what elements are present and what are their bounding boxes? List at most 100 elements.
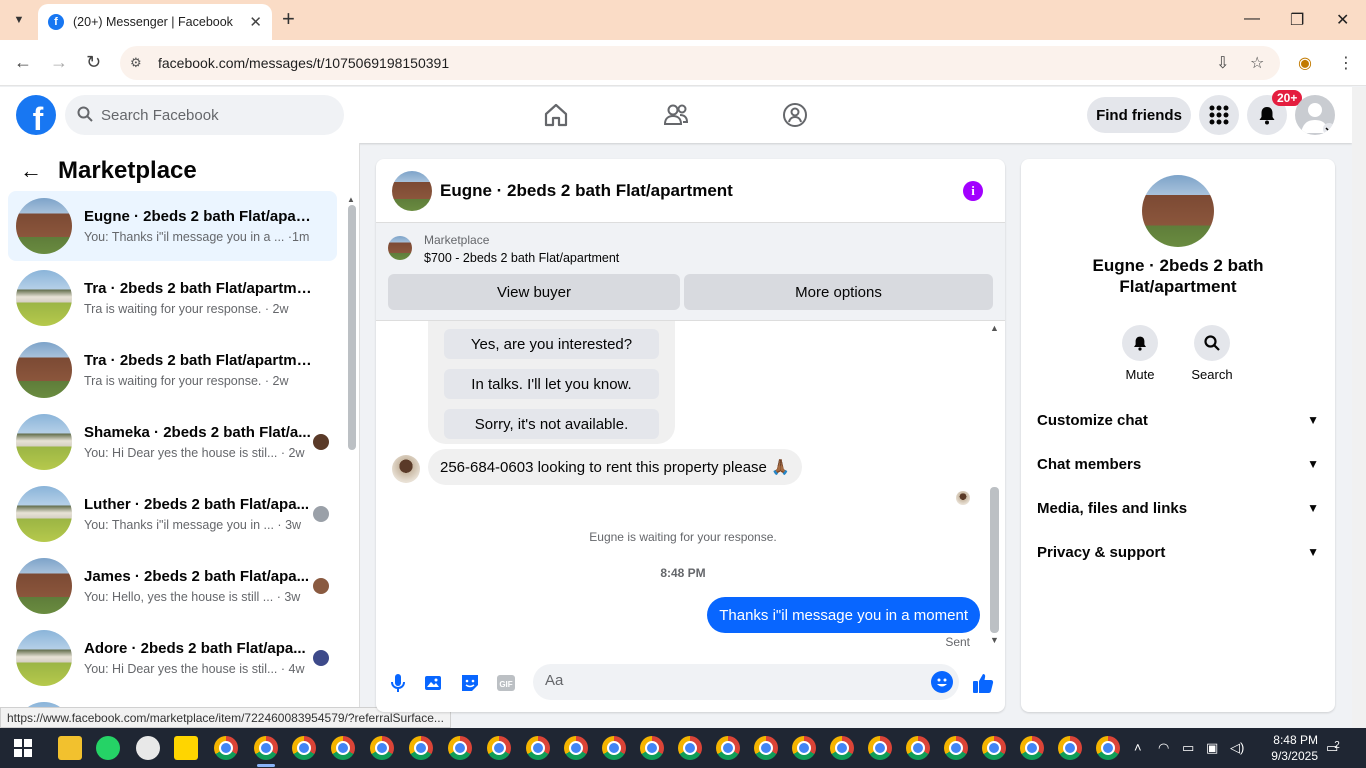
more-options-button[interactable]: More options xyxy=(684,274,993,310)
photo-icon[interactable] xyxy=(422,671,446,695)
find-friends-button[interactable]: Find friends xyxy=(1087,97,1191,133)
chrome-icon[interactable] xyxy=(448,736,472,760)
minimize-icon[interactable]: — xyxy=(1244,10,1260,28)
chrome-icon[interactable] xyxy=(640,736,664,760)
new-tab-plus-icon[interactable]: + xyxy=(282,8,295,30)
listing-price[interactable]: $700 - 2beds 2 bath Flat/apartment xyxy=(424,251,619,265)
menu-grid-icon[interactable] xyxy=(1199,95,1239,135)
sticky-notes-icon[interactable] xyxy=(174,736,198,760)
conversation-item[interactable]: Eugne · 2beds 2 bath Flat/apart... You: … xyxy=(8,191,337,261)
facebook-logo-icon[interactable]: f xyxy=(16,95,56,135)
wifi-icon[interactable]: ◠ xyxy=(1158,740,1169,756)
browser-tab-messenger[interactable]: f (20+) Messenger | Facebook ✕ xyxy=(38,4,272,40)
chrome-icon[interactable] xyxy=(292,736,316,760)
account-avatar[interactable] xyxy=(1295,95,1335,135)
back-arrow-icon[interactable]: ← xyxy=(14,52,32,73)
message-input[interactable] xyxy=(545,672,915,689)
conversation-list-scrollbar[interactable] xyxy=(348,205,356,450)
microphone-icon[interactable] xyxy=(386,671,410,695)
battery-icon[interactable]: ▭ xyxy=(1182,740,1194,756)
outgoing-message-bubble[interactable]: Thanks i"il message you in a moment xyxy=(707,597,980,633)
conversation-item[interactable]: James · 2beds 2 bath Flat/apa... You: He… xyxy=(8,551,337,621)
chrome-icon[interactable] xyxy=(564,736,588,760)
install-app-icon[interactable]: ⇩ xyxy=(1216,53,1229,73)
mute-button[interactable]: Mute xyxy=(1110,325,1170,382)
thread-scrollbar[interactable] xyxy=(990,487,999,633)
window-close-icon[interactable]: ✕ xyxy=(1336,10,1349,30)
profile-icon[interactable]: ◉ xyxy=(1298,53,1312,73)
chrome-icon[interactable] xyxy=(982,736,1006,760)
chrome-icon[interactable] xyxy=(944,736,968,760)
back-arrow-icon[interactable]: ← xyxy=(20,158,42,184)
search-input[interactable] xyxy=(101,106,321,124)
chrome-icon[interactable] xyxy=(792,736,816,760)
emoji-icon[interactable] xyxy=(931,671,953,693)
chrome-icon[interactable] xyxy=(754,736,778,760)
chrome-icon[interactable] xyxy=(1096,736,1120,760)
conversation-item[interactable]: Adore · 2beds 2 bath Flat/apa... You: Hi… xyxy=(8,623,337,693)
forward-arrow-icon[interactable]: → xyxy=(50,52,68,73)
groups-icon[interactable] xyxy=(781,101,809,129)
chrome-icon[interactable] xyxy=(370,736,394,760)
sticker-icon[interactable] xyxy=(458,671,482,695)
profile-avatar[interactable] xyxy=(1142,175,1214,247)
chrome-icon[interactable] xyxy=(409,736,433,760)
reload-icon[interactable]: ↻ xyxy=(86,52,101,73)
conversation-item[interactable]: Tra · 2beds 2 bath Flat/apartment Tra is… xyxy=(8,263,337,333)
incoming-message-bubble[interactable]: 256-684-0603 looking to rent this proper… xyxy=(428,449,802,485)
chat-members-row[interactable]: Chat members ▼ xyxy=(1037,449,1319,479)
thumbs-up-icon[interactable] xyxy=(971,671,995,695)
windows-start-icon[interactable] xyxy=(14,739,32,757)
taskbar-clock[interactable]: 8:48 PM 9/3/2025 xyxy=(1262,732,1318,764)
chrome-icon[interactable] xyxy=(830,736,854,760)
chrome-icon[interactable] xyxy=(254,736,278,760)
volume-icon[interactable]: ◁) xyxy=(1230,740,1244,756)
file-explorer-icon[interactable] xyxy=(58,736,82,760)
quick-reply-button[interactable]: Sorry, it's not available. xyxy=(444,409,659,439)
chrome-icon[interactable] xyxy=(602,736,626,760)
info-icon[interactable]: i xyxy=(963,181,983,201)
chrome-icon[interactable] xyxy=(678,736,702,760)
scroll-down-arrow-icon[interactable]: ▼ xyxy=(990,635,999,645)
chrome-icon[interactable] xyxy=(1058,736,1082,760)
gif-icon[interactable]: GIF xyxy=(494,671,518,695)
quick-reply-button[interactable]: Yes, are you interested? xyxy=(444,329,659,359)
bookmark-star-icon[interactable]: ☆ xyxy=(1250,53,1264,73)
network-icon[interactable]: ▣ xyxy=(1206,740,1218,756)
conversation-item[interactable]: Tra · 2beds 2 bath Flat/apartment Tra is… xyxy=(8,335,337,405)
chrome-icon[interactable] xyxy=(487,736,511,760)
home-icon[interactable] xyxy=(542,101,570,129)
chat-avatar[interactable] xyxy=(392,170,432,211)
friends-icon[interactable] xyxy=(662,101,690,129)
sender-avatar[interactable] xyxy=(392,455,420,483)
page-scrollbar[interactable] xyxy=(1352,87,1366,728)
scroll-up-arrow-icon[interactable]: ▲ xyxy=(347,195,355,204)
chrome-icon[interactable] xyxy=(331,736,355,760)
tray-overflow-chevron-icon[interactable]: ˄ xyxy=(1134,740,1142,755)
chrome-icon[interactable] xyxy=(868,736,892,760)
chrome-icon[interactable] xyxy=(214,736,238,760)
facebook-search[interactable] xyxy=(65,95,344,135)
scroll-up-arrow-icon[interactable]: ▲ xyxy=(990,323,999,333)
site-settings-icon[interactable]: ⚙ xyxy=(130,55,146,71)
chrome-icon[interactable] xyxy=(906,736,930,760)
chat-title[interactable]: Eugne · 2beds 2 bath Flat/apartment xyxy=(440,181,733,201)
quick-reply-button[interactable]: In talks. I'll let you know. xyxy=(444,369,659,399)
customize-chat-row[interactable]: Customize chat ▼ xyxy=(1037,405,1319,435)
message-input-box[interactable] xyxy=(533,664,959,700)
notification-center[interactable]: ▭2 xyxy=(1326,740,1340,756)
search-in-conversation-button[interactable]: Search xyxy=(1182,325,1242,382)
conversation-item[interactable]: Luther · 2beds 2 bath Flat/apa... You: T… xyxy=(8,479,337,549)
chrome-icon[interactable] xyxy=(716,736,740,760)
restore-icon[interactable]: ❐ xyxy=(1290,10,1304,30)
conversation-item[interactable]: Shameka · 2beds 2 bath Flat/a... You: Hi… xyxy=(8,407,337,477)
privacy-support-row[interactable]: Privacy & support ▼ xyxy=(1037,537,1319,567)
view-buyer-button[interactable]: View buyer xyxy=(388,274,680,310)
tab-search-chevron-icon[interactable]: ▼ xyxy=(7,8,31,32)
address-bar[interactable]: ⚙ facebook.com/messages/t/10750691981503… xyxy=(120,46,1280,80)
paint-icon[interactable] xyxy=(136,736,160,760)
chrome-icon[interactable] xyxy=(526,736,550,760)
tab-close-icon[interactable]: ✕ xyxy=(249,13,262,31)
whatsapp-icon[interactable] xyxy=(96,736,120,760)
browser-menu-icon[interactable]: ⋮ xyxy=(1338,53,1354,73)
